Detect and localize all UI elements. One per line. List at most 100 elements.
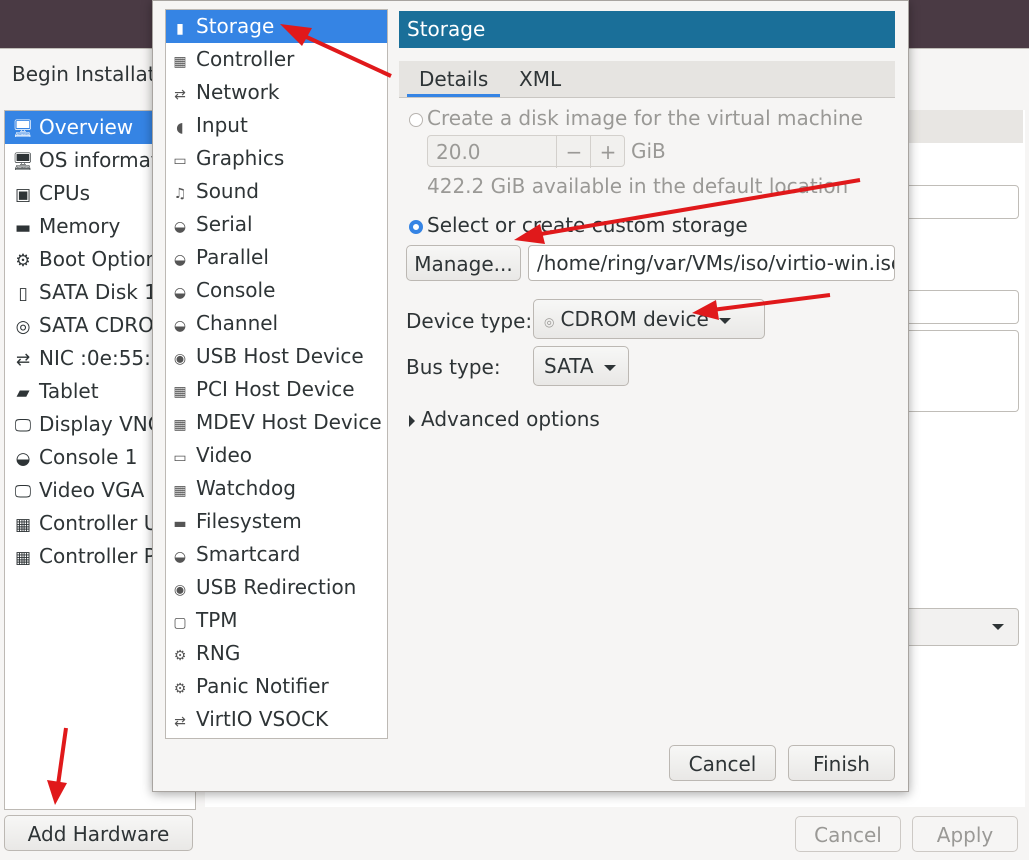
- sidebar-item-label: Controller P: [39, 544, 156, 568]
- hardware-item-usb-host-device[interactable]: ◉ USB Host Device: [166, 340, 387, 373]
- hardware-item-usb-redirection[interactable]: ◉ USB Redirection: [166, 571, 387, 604]
- add-hardware-button[interactable]: Add Hardware: [4, 815, 193, 851]
- hardware-item-label: USB Redirection: [196, 575, 357, 599]
- hardware-item-watchdog[interactable]: ▦ Watchdog: [166, 472, 387, 505]
- hardware-item-graphics[interactable]: ▭ Graphics: [166, 142, 387, 175]
- hardware-type-list[interactable]: ▮ Storage ▦ Controller ⇄ Network ◖ Input ▭ Graphi…: [165, 9, 388, 739]
- hardware-item-input[interactable]: ◖ Input: [166, 109, 387, 142]
- finish-button[interactable]: Finish: [788, 745, 895, 781]
- controller-icon: ▦: [14, 548, 32, 568]
- display-icon: 🖵: [14, 416, 32, 436]
- hardware-item-tpm[interactable]: ▢ TPM: [166, 604, 387, 637]
- detail-textarea[interactable]: [905, 330, 1019, 412]
- minus-icon[interactable]: −: [556, 136, 591, 168]
- hardware-item-sound[interactable]: ♫ Sound: [166, 175, 387, 208]
- create-disk-option[interactable]: Create a disk image for the virtual mach…: [409, 106, 863, 130]
- sidebar-item-label: OS informat: [39, 148, 159, 172]
- hardware-item-label: Watchdog: [196, 476, 296, 500]
- hardware-item-channel[interactable]: ◒ Channel: [166, 307, 387, 340]
- disk-icon: ▯: [18, 284, 28, 304]
- serial-icon: ◒: [173, 219, 187, 235]
- hardware-item-label: Serial: [196, 212, 253, 236]
- hardware-item-storage[interactable]: ▮ Storage: [166, 10, 387, 43]
- cancel-button[interactable]: Cancel: [795, 816, 901, 852]
- sound-icon: ♫: [173, 186, 187, 202]
- advanced-options-expander[interactable]: Advanced options: [409, 407, 600, 431]
- sidebar-item-label: Controller U: [39, 511, 159, 535]
- sidebar-item-label: CPUs: [39, 181, 91, 205]
- usb-redirection-icon: ◉: [173, 582, 187, 598]
- hardware-item-label: MDEV Host Device: [196, 410, 382, 434]
- window-title: Begin Installat: [12, 62, 156, 86]
- sidebar-item-label: Video VGA: [39, 478, 145, 502]
- rng-icon: ⚙: [173, 648, 187, 664]
- hardware-item-label: Parallel: [196, 245, 269, 269]
- video-icon: 🖵: [14, 482, 32, 502]
- hardware-item-panic-notifier[interactable]: ⚙ Panic Notifier: [166, 670, 387, 703]
- hardware-item-label: PCI Host Device: [196, 377, 355, 401]
- detail-field[interactable]: [905, 185, 1019, 219]
- graphics-icon: ▭: [173, 153, 187, 169]
- custom-storage-radio[interactable]: [409, 219, 423, 234]
- device-type-value: CDROM device: [560, 307, 709, 331]
- hardware-item-controller[interactable]: ▦ Controller: [166, 43, 387, 76]
- console-icon: ◒: [15, 449, 31, 469]
- disk-size-value: 20.0: [436, 140, 481, 164]
- add-hardware-dialog: ▮ Storage ▦ Controller ⇄ Network ◖ Input ▭ Graphi…: [152, 0, 909, 792]
- hardware-item-label: USB Host Device: [196, 344, 364, 368]
- sidebar-item-label: NIC :0e:55:: [39, 346, 151, 370]
- plus-icon[interactable]: +: [590, 136, 625, 168]
- hardware-item-label: Smartcard: [196, 542, 301, 566]
- bus-type-dropdown[interactable]: SATA: [533, 346, 629, 386]
- memory-icon: ▬: [14, 218, 32, 238]
- sidebar-item-label: SATA CDRO: [39, 313, 154, 337]
- tab-xml[interactable]: XML: [507, 61, 573, 97]
- watchdog-icon: ▦: [173, 483, 187, 499]
- custom-storage-option[interactable]: Select or create custom storage: [409, 213, 748, 237]
- mouse-icon: ◖: [176, 120, 184, 136]
- hardware-item-parallel[interactable]: ◒ Parallel: [166, 241, 387, 274]
- detail-dropdown[interactable]: [905, 608, 1019, 646]
- sidebar-item-label: Boot Option: [39, 247, 159, 271]
- manage-button[interactable]: Manage...: [406, 245, 521, 281]
- sidebar-item-label: Memory: [39, 214, 121, 238]
- expander-arrow-icon: [409, 414, 415, 427]
- hardware-item-label: Network: [196, 80, 280, 104]
- device-type-dropdown[interactable]: ◎ CDROM device: [533, 299, 765, 339]
- tab-bar: Details XML: [399, 61, 895, 98]
- monitor-icon: 🖥: [12, 152, 34, 172]
- hardware-item-video[interactable]: ▭ Video: [166, 439, 387, 472]
- parallel-icon: ◒: [173, 252, 187, 268]
- storage-path-input[interactable]: /home/ring/var/VMs/iso/virtio-win.iso: [528, 245, 895, 281]
- disk-size-stepper[interactable]: 20.0 − +: [427, 135, 625, 168]
- hardware-item-mdev-host-device[interactable]: ▦ MDEV Host Device: [166, 406, 387, 439]
- hardware-item-smartcard[interactable]: ◒ Smartcard: [166, 538, 387, 571]
- apply-button[interactable]: Apply: [912, 816, 1018, 852]
- cancel-button[interactable]: Cancel: [669, 745, 776, 781]
- detail-field[interactable]: [905, 290, 1019, 324]
- chevron-down-icon: [992, 624, 1004, 630]
- hardware-item-virtio-vsock[interactable]: ⇄ VirtIO VSOCK: [166, 703, 387, 736]
- hardware-item-serial[interactable]: ◒ Serial: [166, 208, 387, 241]
- hardware-item-label: Filesystem: [196, 509, 302, 533]
- hardware-item-label: Controller: [196, 47, 295, 71]
- bus-type-label: Bus type:: [406, 355, 501, 379]
- create-disk-label: Create a disk image for the virtual mach…: [427, 106, 863, 130]
- create-disk-radio[interactable]: [409, 112, 423, 127]
- hardware-item-filesystem[interactable]: ▬ Filesystem: [166, 505, 387, 538]
- tab-details[interactable]: Details: [407, 61, 501, 97]
- hardware-item-label: Graphics: [196, 146, 285, 170]
- sidebar-item-label: Console 1: [39, 445, 138, 469]
- sidebar-item-label: Display VNC: [39, 412, 162, 436]
- channel-icon: ◒: [173, 318, 187, 334]
- available-space-text: 422.2 GiB available in the default locat…: [427, 174, 849, 198]
- vsock-icon: ⇄: [174, 714, 186, 730]
- hardware-item-label: RNG: [196, 641, 241, 665]
- hardware-item-rng[interactable]: ⚙ RNG: [166, 637, 387, 670]
- hardware-item-console[interactable]: ◒ Console: [166, 274, 387, 307]
- console-icon: ◒: [173, 285, 187, 301]
- monitor-icon: 🖥: [12, 119, 34, 139]
- hardware-item-pci-host-device[interactable]: ▦ PCI Host Device: [166, 373, 387, 406]
- folder-icon: ▬: [173, 516, 187, 532]
- hardware-item-network[interactable]: ⇄ Network: [166, 76, 387, 109]
